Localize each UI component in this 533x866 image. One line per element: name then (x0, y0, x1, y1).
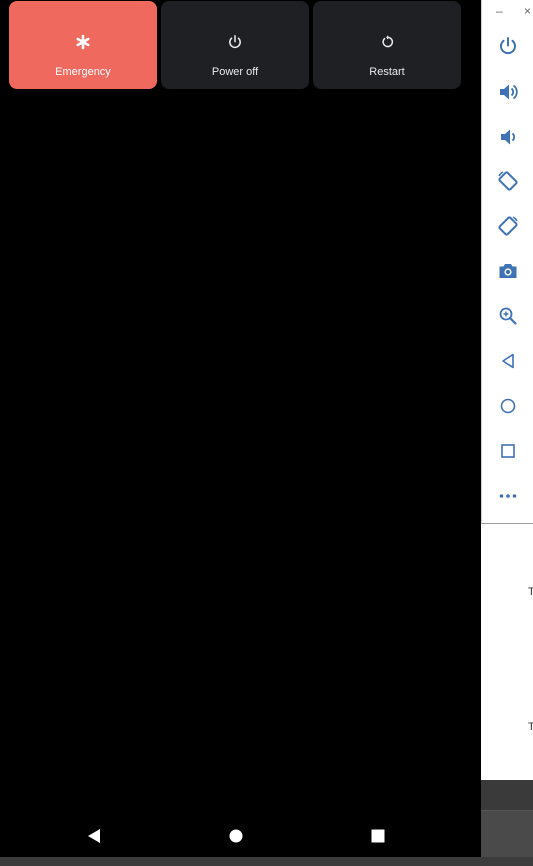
emergency-button[interactable]: Emergency (9, 1, 157, 89)
restart-button[interactable]: Restart (313, 1, 461, 89)
background-bar (481, 810, 533, 858)
power-icon[interactable] (482, 31, 533, 61)
home-circle-icon[interactable] (228, 828, 244, 844)
more-icon[interactable] (482, 481, 533, 511)
rotate-right-icon[interactable] (482, 211, 533, 241)
recents-square-icon[interactable] (370, 828, 386, 844)
back-icon[interactable] (482, 346, 533, 376)
emergency-label: Emergency (55, 66, 111, 78)
restart-label: Restart (369, 66, 405, 78)
camera-icon[interactable] (482, 256, 533, 286)
power-menu: Emergency Power off Restart (9, 1, 461, 89)
minimize-button[interactable]: – (496, 4, 503, 18)
zoom-icon[interactable] (482, 301, 533, 331)
volume-up-icon[interactable] (482, 77, 533, 107)
close-button[interactable]: × (524, 4, 531, 18)
asterisk-icon (75, 32, 91, 52)
background-text: T (528, 721, 533, 733)
emulator-toolbar: – × (481, 0, 533, 524)
power-icon (227, 32, 243, 52)
background-window: T T (481, 524, 533, 858)
rotate-left-icon[interactable] (482, 166, 533, 196)
volume-down-icon[interactable] (482, 122, 533, 152)
home-icon[interactable] (482, 391, 533, 421)
restart-icon (379, 32, 395, 52)
power-off-label: Power off (211, 66, 259, 78)
back-triangle-icon[interactable] (86, 828, 102, 844)
background-text: T (528, 586, 533, 598)
power-off-button[interactable]: Power off (161, 1, 309, 89)
device-screen: Emergency Power off Restart (0, 0, 480, 866)
background-bar (481, 780, 533, 810)
overview-icon[interactable] (482, 436, 533, 466)
taskbar-strip (0, 857, 533, 866)
